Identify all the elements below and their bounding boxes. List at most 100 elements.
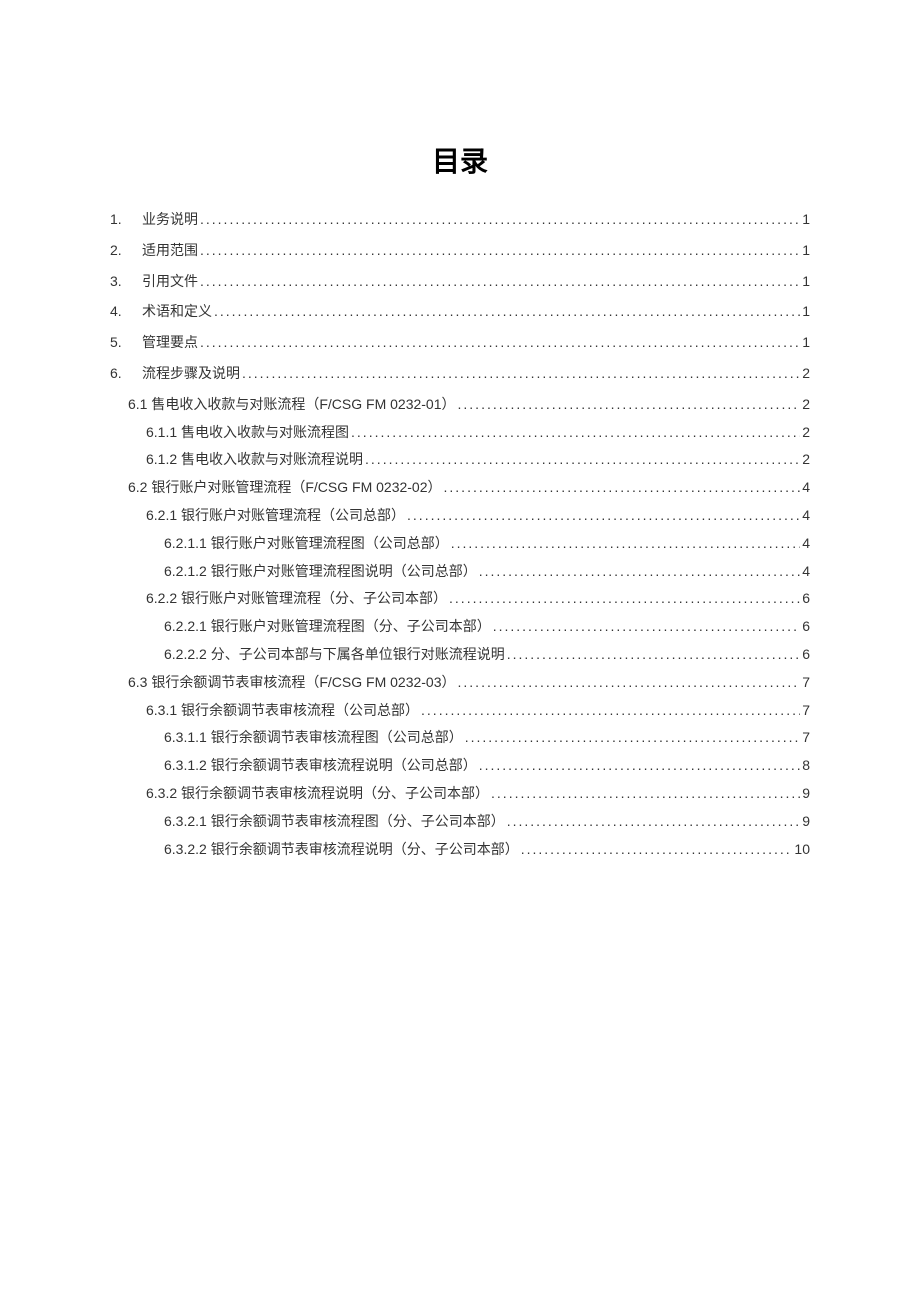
toc-leader-dots <box>449 587 800 611</box>
toc-leader-dots <box>421 699 800 723</box>
toc-entry[interactable]: 6.3.2.1 银行余额调节表审核流程图（分、子公司本部） 9 <box>110 810 810 834</box>
toc-entry-page: 6 <box>802 615 810 639</box>
toc-entry-number: 6. <box>110 362 142 386</box>
toc-entry-label: 6.2.1.2 银行账户对账管理流程图说明（公司总部） <box>164 560 477 584</box>
toc-entry-page: 6 <box>802 643 810 667</box>
toc-leader-dots <box>507 810 801 834</box>
toc-leader-dots <box>200 331 800 355</box>
toc-entry-page: 1 <box>802 300 810 324</box>
toc-leader-dots <box>444 476 801 500</box>
toc-entry-label: 6.3.1.1 银行余额调节表审核流程图（公司总部） <box>164 726 463 750</box>
toc-entry-page: 4 <box>802 560 810 584</box>
toc-entry-page: 8 <box>802 754 810 778</box>
toc-entry[interactable]: 6.2.1.2 银行账户对账管理流程图说明（公司总部） 4 <box>110 560 810 584</box>
toc-entry-page: 4 <box>802 504 810 528</box>
toc-entry-label: 6.2 银行账户对账管理流程（F/CSG FM 0232-02） <box>128 476 442 500</box>
toc-entry-page: 1 <box>802 239 810 263</box>
toc-entry[interactable]: 6.2.1.1 银行账户对账管理流程图（公司总部） 4 <box>110 532 810 556</box>
toc-leader-dots <box>351 421 800 445</box>
toc-entry-page: 9 <box>802 810 810 834</box>
toc-entry-label: 术语和定义 <box>142 300 212 324</box>
toc-entry-label: 6.1.1 售电收入收款与对账流程图 <box>146 421 349 445</box>
toc-leader-dots <box>365 448 800 472</box>
toc-entry-page: 1 <box>802 331 810 355</box>
toc-title: 目录 <box>110 140 810 180</box>
toc-leader-dots <box>458 393 801 417</box>
toc-entry-number: 5. <box>110 331 142 355</box>
toc-entry[interactable]: 6.3.1.2 银行余额调节表审核流程说明（公司总部） 8 <box>110 754 810 778</box>
toc-leader-dots <box>491 782 800 806</box>
toc-entry-page: 2 <box>802 421 810 445</box>
toc-entry[interactable]: 6.3.1 银行余额调节表审核流程（公司总部） 7 <box>110 699 810 723</box>
toc-leader-dots <box>458 671 801 695</box>
toc-entry[interactable]: 6.2.1 银行账户对账管理流程（公司总部） 4 <box>110 504 810 528</box>
toc-leader-dots <box>465 726 801 750</box>
toc-leader-dots <box>479 560 801 584</box>
toc-leader-dots <box>214 300 800 324</box>
toc-leader-dots <box>507 643 801 667</box>
toc-entry-label: 6.2.1.1 银行账户对账管理流程图（公司总部） <box>164 532 449 556</box>
toc-entry[interactable]: 6.3.2.2 银行余额调节表审核流程说明（分、子公司本部） 10 <box>110 838 810 862</box>
toc-entry[interactable]: 5.管理要点 1 <box>110 331 810 355</box>
toc-leader-dots <box>407 504 800 528</box>
toc-leader-dots <box>451 532 801 556</box>
toc-entry-page: 7 <box>802 726 810 750</box>
toc-leader-dots <box>242 362 800 386</box>
toc-entry[interactable]: 6.2 银行账户对账管理流程（F/CSG FM 0232-02） 4 <box>110 476 810 500</box>
toc-entry-label: 6.3.1 银行余额调节表审核流程（公司总部） <box>146 699 419 723</box>
toc-entry-label: 6.1 售电收入收款与对账流程（F/CSG FM 0232-01） <box>128 393 456 417</box>
document-page: 目录 1.业务说明12.适用范围13.引用文件14.术语和定义15.管理要点16… <box>0 0 920 861</box>
toc-entry-label: 6.2.2.1 银行账户对账管理流程图（分、子公司本部） <box>164 615 491 639</box>
toc-entry-page: 4 <box>802 476 810 500</box>
toc-entry-label: 6.2.1 银行账户对账管理流程（公司总部） <box>146 504 405 528</box>
toc-entry[interactable]: 6.3 银行余额调节表审核流程（F/CSG FM 0232-03） 7 <box>110 671 810 695</box>
toc-leader-dots <box>521 838 793 862</box>
toc-entry-label: 6.3.2.1 银行余额调节表审核流程图（分、子公司本部） <box>164 810 505 834</box>
toc-entry-page: 1 <box>802 208 810 232</box>
toc-entry-number: 4. <box>110 300 142 324</box>
toc-entry[interactable]: 6.2.2.1 银行账户对账管理流程图（分、子公司本部） 6 <box>110 615 810 639</box>
toc-entry-page: 7 <box>802 699 810 723</box>
toc-entry-label: 6.2.2.2 分、子公司本部与下属各单位银行对账流程说明 <box>164 643 505 667</box>
toc-entry-page: 10 <box>794 838 810 862</box>
toc-entry-label: 管理要点 <box>142 331 198 355</box>
toc-entry[interactable]: 6.1.1 售电收入收款与对账流程图 2 <box>110 421 810 445</box>
toc-entry-label: 6.1.2 售电收入收款与对账流程说明 <box>146 448 363 472</box>
toc-entry-page: 2 <box>802 362 810 386</box>
toc-entry-number: 1. <box>110 208 142 232</box>
toc-entry-page: 2 <box>802 393 810 417</box>
toc-entry[interactable]: 4.术语和定义 1 <box>110 300 810 324</box>
toc-entry-label: 业务说明 <box>142 208 198 232</box>
toc-entry-page: 2 <box>802 448 810 472</box>
toc-entry-page: 1 <box>802 270 810 294</box>
toc-entry-page: 6 <box>802 587 810 611</box>
toc-entry-page: 7 <box>802 671 810 695</box>
toc-entry-label: 流程步骤及说明 <box>142 362 240 386</box>
toc-entry-page: 9 <box>802 782 810 806</box>
toc-entry-label: 6.3 银行余额调节表审核流程（F/CSG FM 0232-03） <box>128 671 456 695</box>
toc-container: 1.业务说明12.适用范围13.引用文件14.术语和定义15.管理要点16.流程… <box>110 208 810 861</box>
toc-entry-page: 4 <box>802 532 810 556</box>
toc-leader-dots <box>200 270 800 294</box>
toc-entry[interactable]: 6.2.2 银行账户对账管理流程（分、子公司本部） 6 <box>110 587 810 611</box>
toc-entry[interactable]: 6.1.2 售电收入收款与对账流程说明 2 <box>110 448 810 472</box>
toc-entry-label: 6.3.1.2 银行余额调节表审核流程说明（公司总部） <box>164 754 477 778</box>
toc-leader-dots <box>493 615 801 639</box>
toc-entry-number: 2. <box>110 239 142 263</box>
toc-entry[interactable]: 6.1 售电收入收款与对账流程（F/CSG FM 0232-01） 2 <box>110 393 810 417</box>
toc-entry[interactable]: 6.2.2.2 分、子公司本部与下属各单位银行对账流程说明 6 <box>110 643 810 667</box>
toc-leader-dots <box>200 239 800 263</box>
toc-entry[interactable]: 1.业务说明 1 <box>110 208 810 232</box>
toc-entry-label: 6.3.2.2 银行余额调节表审核流程说明（分、子公司本部） <box>164 838 519 862</box>
toc-entry-label: 引用文件 <box>142 270 198 294</box>
toc-leader-dots <box>200 208 800 232</box>
toc-entry-label: 6.3.2 银行余额调节表审核流程说明（分、子公司本部） <box>146 782 489 806</box>
toc-entry-number: 3. <box>110 270 142 294</box>
toc-entry[interactable]: 6.3.2 银行余额调节表审核流程说明（分、子公司本部） 9 <box>110 782 810 806</box>
toc-entry-label: 6.2.2 银行账户对账管理流程（分、子公司本部） <box>146 587 447 611</box>
toc-entry[interactable]: 6.3.1.1 银行余额调节表审核流程图（公司总部） 7 <box>110 726 810 750</box>
toc-entry[interactable]: 6.流程步骤及说明 2 <box>110 362 810 386</box>
toc-leader-dots <box>479 754 801 778</box>
toc-entry[interactable]: 2.适用范围1 <box>110 239 810 263</box>
toc-entry[interactable]: 3.引用文件 1 <box>110 270 810 294</box>
